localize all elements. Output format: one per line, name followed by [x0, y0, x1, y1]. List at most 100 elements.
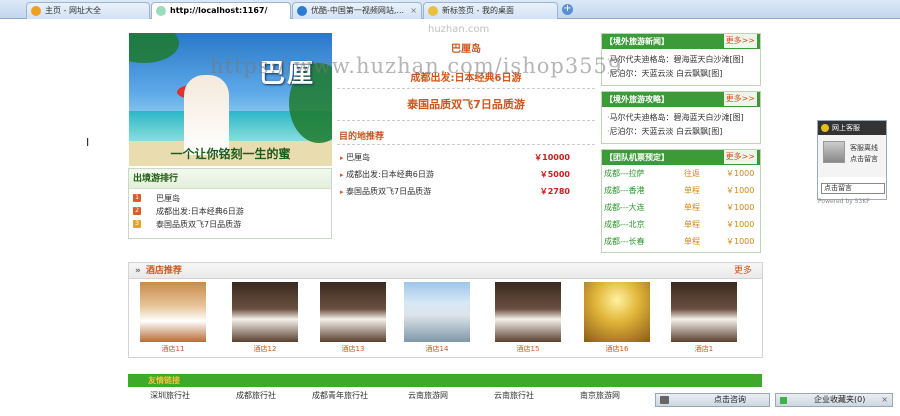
hotel-photo[interactable]: [495, 282, 561, 342]
hotel-card[interactable]: 酒店15: [495, 282, 561, 356]
hotel-caption[interactable]: 酒店13: [320, 342, 386, 356]
news-item[interactable]: ·尼泊尔：天蓝云淡 白云飘飘[图]: [602, 67, 760, 81]
ticket-type: 单程: [684, 237, 700, 246]
tab-home[interactable]: 主页 - 网址大全: [26, 2, 150, 19]
text-cursor-icon: I: [86, 136, 90, 149]
news-panel: 【境外旅游新闻】 更多>> ·马尔代夫迪格岛：碧海蓝天白沙滩[图] ·尼泊尔：天…: [601, 33, 761, 86]
tab-close-icon[interactable]: ×: [410, 3, 417, 18]
footer-link[interactable]: 云南旅行社: [494, 390, 534, 401]
new-tab-button[interactable]: +: [562, 4, 573, 15]
leave-message-button[interactable]: 点击留言: [821, 183, 885, 194]
rank-number: 3: [133, 220, 141, 228]
destination-row[interactable]: ▸ 泰国品质双飞7日品质游 ￥2780: [340, 185, 570, 199]
hotel-card[interactable]: 酒店11: [140, 282, 206, 356]
footer-link[interactable]: 成都旅行社: [236, 390, 276, 401]
ticket-row[interactable]: 成都---大连 单程 ￥1000: [602, 199, 760, 216]
hotel-caption[interactable]: 酒店14: [404, 342, 470, 356]
hotel-card[interactable]: 酒店12: [232, 282, 298, 356]
consult-label: 点击咨询: [714, 395, 746, 404]
ticket-row[interactable]: 成都---长春 单程 ￥1000: [602, 233, 760, 250]
hotel-card[interactable]: 酒店1: [671, 282, 737, 356]
guide-title: 马尔代夫迪格岛：碧海蓝天白沙滩[图]: [609, 113, 744, 122]
hotel-photo[interactable]: [232, 282, 298, 342]
hotel-more-link[interactable]: 更多: [734, 263, 752, 279]
hotel-caption[interactable]: 酒店1: [671, 342, 737, 356]
ticket-type: 单程: [684, 186, 700, 195]
hotel-caption[interactable]: 酒店15: [495, 342, 561, 356]
tab-label: 新标签页 - 我的桌面: [442, 6, 514, 15]
rank-number: 2: [133, 207, 141, 215]
hotel-caption[interactable]: 酒店11: [140, 342, 206, 356]
guide-item[interactable]: ·尼泊尔：天蓝云淡 白云飘飘[图]: [602, 125, 760, 139]
newtab-icon: [428, 6, 438, 16]
tab-youku[interactable]: 优酷-中国第一视频网站,... ×: [292, 2, 422, 19]
ticket-row[interactable]: 成都---北京 单程 ￥1000: [602, 216, 760, 233]
ranking-item[interactable]: 1 巴厘岛: [129, 192, 331, 205]
tab-label: http://localhost:1167/: [170, 6, 268, 15]
ticket-route: 成都---北京: [604, 220, 645, 229]
promo-palm: [129, 33, 179, 63]
hotel-photo[interactable]: [320, 282, 386, 342]
hotel-heading-text: 酒店推荐: [145, 266, 182, 276]
hotel-card[interactable]: 酒店13: [320, 282, 386, 356]
ranking-label: 成都出发:日本经典6日游: [156, 207, 244, 216]
hotel-photo[interactable]: [671, 282, 737, 342]
hotel-card[interactable]: 酒店16: [584, 282, 650, 356]
youku-icon: [297, 6, 307, 16]
ranking-heading: 出境游排行: [129, 169, 331, 189]
destination-row[interactable]: ▸ 巴厘岛 ￥10000: [340, 151, 570, 165]
featured-link[interactable]: 泰国品质双飞7日品质游: [337, 96, 595, 112]
ticket-row[interactable]: 成都---拉萨 往返 ￥1000: [602, 165, 760, 182]
news-item[interactable]: ·马尔代夫迪格岛：碧海蓝天白沙滩[图]: [602, 53, 760, 67]
widget-line1: 客服离线: [850, 144, 878, 152]
guides-heading: 【境外旅游攻略】 更多>>: [602, 92, 760, 107]
footer-link[interactable]: 深圳旅行社: [150, 390, 190, 401]
footer-link[interactable]: 南京旅游网: [580, 390, 620, 401]
favorites-bar[interactable]: 企业收藏夹(0) ×: [775, 393, 893, 407]
widget-powered-by: Powered by 53KF: [818, 198, 870, 205]
ticket-price: ￥1000: [726, 186, 755, 195]
hotel-photo[interactable]: [140, 282, 206, 342]
consult-bar[interactable]: 点击咨询: [655, 393, 770, 407]
hotel-photo[interactable]: [404, 282, 470, 342]
featured-link[interactable]: 巴厘岛: [337, 40, 595, 55]
promo-banner[interactable]: 巴厘 一个让你铭刻一生的蜜: [129, 33, 332, 166]
customer-service-widget: 网上客服 客服离线 点击留言 点击留言: [817, 120, 887, 200]
ticket-route: 成都---拉萨: [604, 169, 645, 178]
destination-name: 成都出发:日本经典6日游: [346, 170, 434, 179]
footer-link[interactable]: 成都青年旅行社: [312, 390, 368, 401]
promo-slogan: 一个让你铭刻一生的蜜: [170, 147, 291, 161]
close-icon[interactable]: ×: [881, 394, 888, 406]
ranking-item[interactable]: 2 成都出发:日本经典6日游: [129, 205, 331, 218]
arrow-icon: »: [135, 266, 141, 276]
ticket-route: 成都---大连: [604, 203, 645, 212]
tab-newtab[interactable]: 新标签页 - 我的桌面: [423, 2, 558, 19]
ranking-item[interactable]: 3 泰国品质双飞7日品质游: [129, 218, 331, 231]
hotel-caption[interactable]: 酒店16: [584, 342, 650, 356]
ticket-price: ￥1000: [726, 203, 755, 212]
tab-localhost[interactable]: http://localhost:1167/: [151, 2, 291, 19]
ticket-type: 单程: [684, 203, 700, 212]
watermark-domain: huzhan.com: [428, 24, 490, 35]
ticket-type: 单程: [684, 220, 700, 229]
news-title: 尼泊尔：天蓝云淡 白云飘飘[图]: [609, 69, 723, 78]
widget-body[interactable]: 客服离线 点击留言: [818, 135, 886, 177]
divider: [337, 144, 595, 145]
hotel-heading: » 酒店推荐 更多: [129, 263, 762, 279]
team-more-link[interactable]: 更多>>: [723, 150, 757, 164]
chat-icon: [660, 396, 669, 404]
ticket-route: 成都---香港: [604, 186, 645, 195]
guide-item[interactable]: ·马尔代夫迪格岛：碧海蓝天白沙滩[图]: [602, 111, 760, 125]
hotel-photo[interactable]: [584, 282, 650, 342]
hotel-card[interactable]: 酒店14: [404, 282, 470, 356]
ticket-row[interactable]: 成都---香港 单程 ￥1000: [602, 182, 760, 199]
rank-number: 1: [133, 194, 141, 202]
guides-more-link[interactable]: 更多>>: [723, 92, 757, 106]
divider: [337, 120, 595, 121]
destination-price: ￥5000: [539, 170, 570, 179]
footer-link[interactable]: 云南旅游网: [408, 390, 448, 401]
news-more-link[interactable]: 更多>>: [723, 34, 757, 48]
hotel-caption[interactable]: 酒店12: [232, 342, 298, 356]
destination-row[interactable]: ▸ 成都出发:日本经典6日游 ￥5000: [340, 168, 570, 182]
widget-line2: 点击留言: [850, 155, 878, 163]
